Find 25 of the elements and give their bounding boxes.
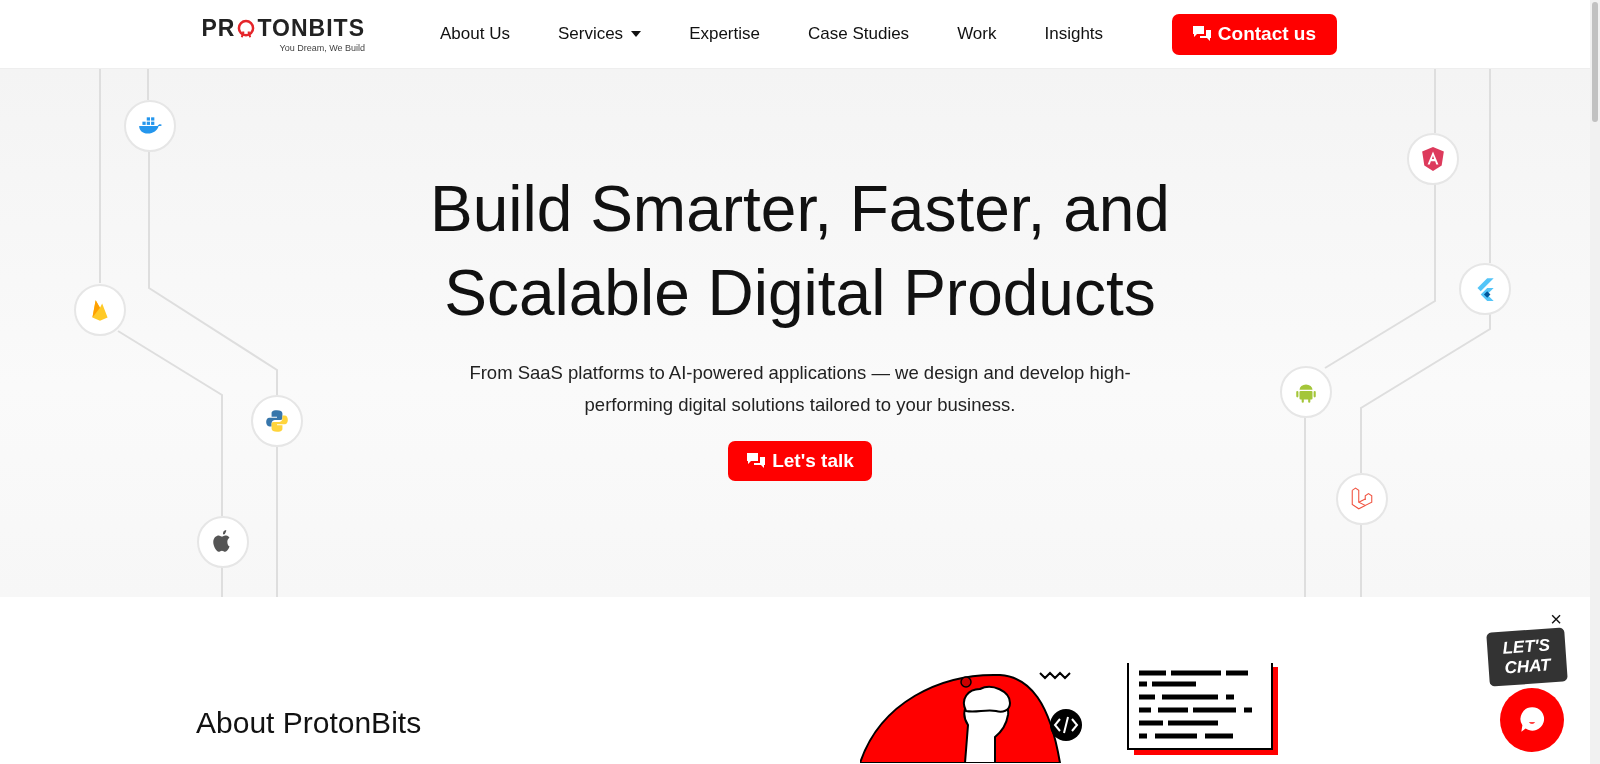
nav-link[interactable]: About Us [440,24,510,44]
nav-link[interactable]: Insights [1044,24,1104,44]
scrollbar[interactable] [1590,0,1600,764]
logo-tagline: You Dream, We Build [279,43,365,53]
nav-link[interactable]: Services [557,24,642,44]
scroll-thumb[interactable] [1592,2,1598,122]
logo-ring-icon [236,18,257,39]
section-heading: About ProtonBits [196,706,422,740]
close-button[interactable]: × [1550,610,1562,628]
contact-button[interactable]: Contact us [1171,13,1337,55]
lets-talk-button[interactable]: Let's talk [728,441,872,481]
badge-text: CHAT [1504,655,1552,679]
hero-heading: Build Smarter, Faster, and [430,172,1170,247]
badge-text: LET'S [1501,635,1551,658]
hero-heading: Scalable Digital Products [444,256,1156,331]
nav-link[interactable]: Case Studies [808,24,910,44]
lets-chat-badge[interactable]: LET'S CHAT [1486,627,1568,687]
logo-text: PR [201,15,236,42]
flame-logo-icon [74,284,126,336]
logo-text: TONBITS [257,15,365,42]
chat-icon [746,452,767,470]
chat-icon [1191,24,1212,43]
hero-subtitle: From SaaS platforms to AI-powered applications — we design and develop high-performing digital solutions tailored to your business. [468,361,1132,417]
nav-link[interactable]: Expertise [689,24,760,44]
nav-link[interactable]: Work [957,24,997,44]
